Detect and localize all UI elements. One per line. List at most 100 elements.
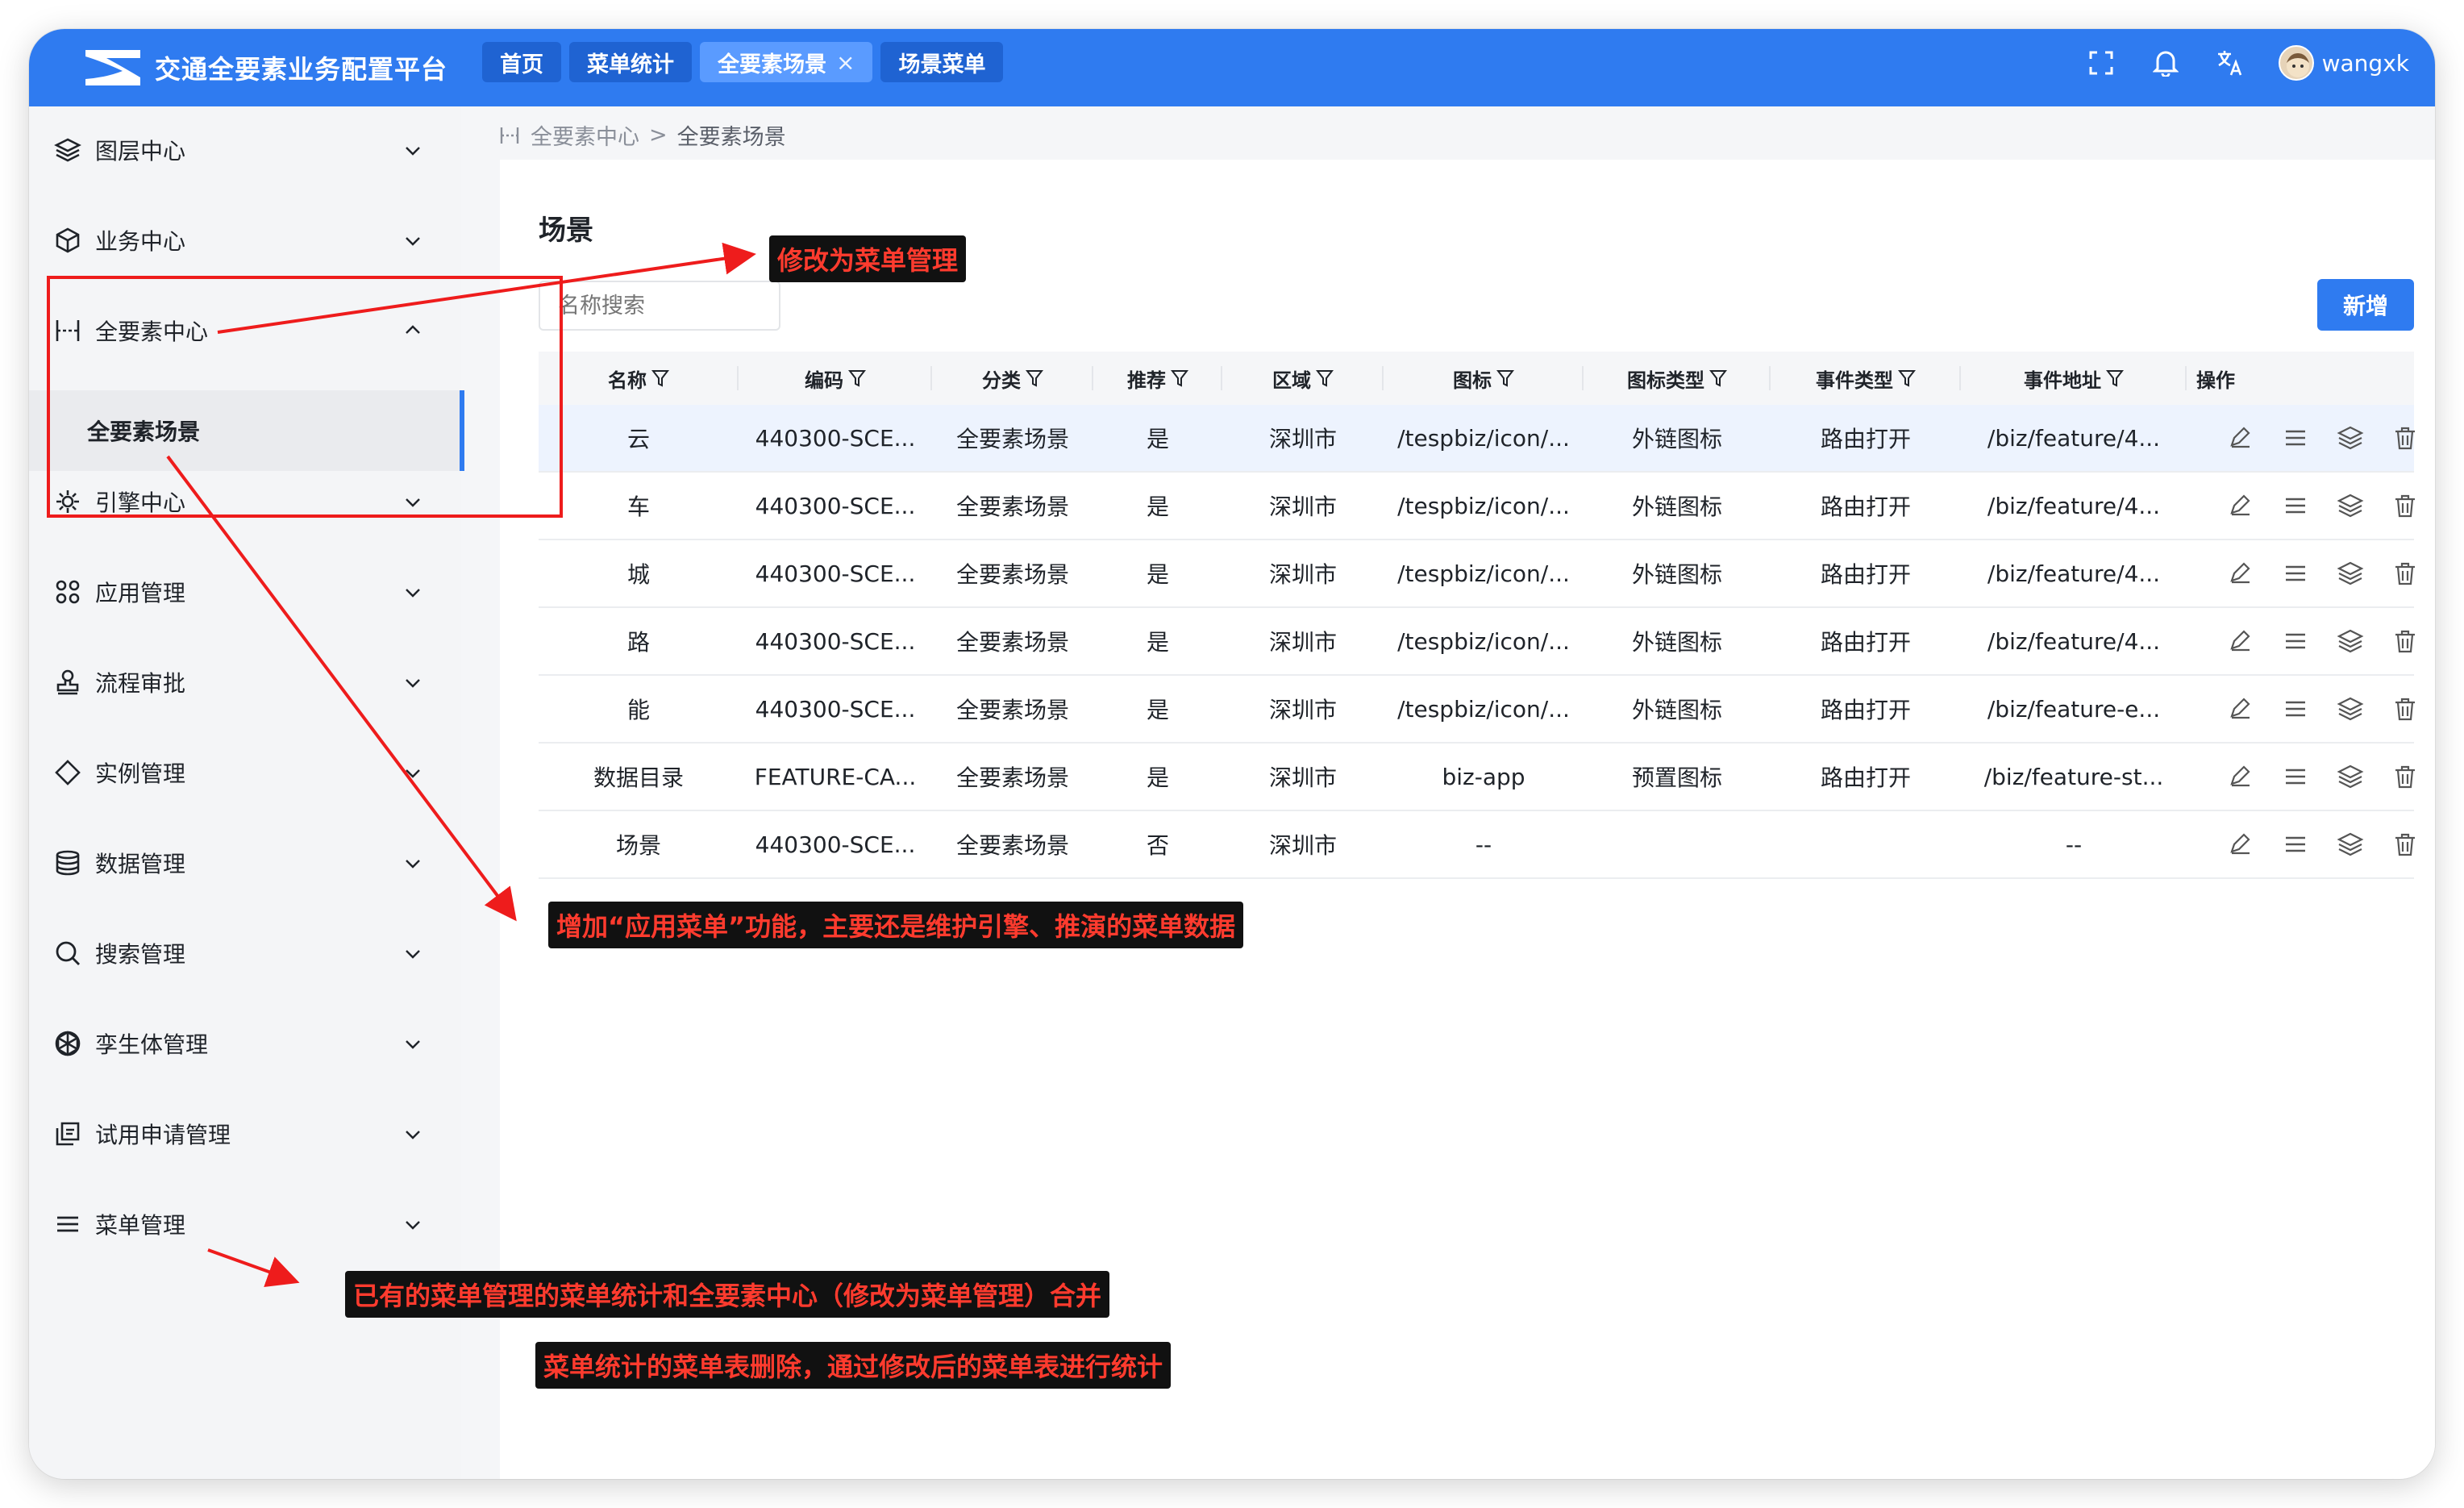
user-menu[interactable]: wangxk	[2278, 45, 2409, 81]
table-row[interactable]: 场景 440300-SCE... 全要素场景 否 深圳市 -- --	[539, 811, 2415, 879]
list-icon[interactable]	[2282, 763, 2309, 790]
column-header[interactable]: 图标类型	[1584, 352, 1771, 405]
column-header-label: 编码	[805, 369, 843, 392]
edit-icon[interactable]	[2227, 627, 2254, 655]
table-body: 云 440300-SCE... 全要素场景是深圳市/tespbiz/icon/...…	[539, 405, 2415, 879]
trash-icon[interactable]	[2391, 831, 2419, 858]
filter-icon[interactable]	[1898, 369, 1916, 388]
sidebar-item-trial-application[interactable]: 试用申请管理	[29, 1102, 461, 1166]
chevron-down-icon	[406, 1221, 420, 1230]
column-header[interactable]: 事件类型	[1771, 352, 1961, 405]
sidebar-item-data-management[interactable]: 数据管理	[29, 831, 461, 895]
table-cell: 深圳市	[1268, 426, 1337, 452]
breadcrumb-current: 全要素场景	[676, 125, 786, 150]
fullscreen-icon[interactable]	[2085, 47, 2117, 79]
filter-icon[interactable]	[1316, 369, 1334, 388]
sidebar-item-app-management[interactable]: 应用管理	[29, 560, 461, 624]
filter-icon[interactable]	[2106, 369, 2124, 388]
layers-icon[interactable]	[2337, 627, 2364, 655]
table-cell: 深圳市	[1268, 561, 1337, 588]
trash-icon[interactable]	[2391, 560, 2419, 587]
filter-icon[interactable]	[1171, 369, 1188, 388]
column-header[interactable]: 图标	[1384, 352, 1584, 405]
edit-icon[interactable]	[2227, 763, 2254, 790]
trash-icon[interactable]	[2391, 763, 2419, 790]
list-icon[interactable]	[2282, 560, 2309, 587]
table-cell: 440300-SCE...	[755, 831, 916, 858]
table-cell: 路由打开	[1820, 494, 1911, 520]
annotation-box	[47, 276, 563, 518]
sidebar-item-search-management[interactable]: 搜索管理	[29, 921, 461, 985]
brand[interactable]: 交通全要素业务配置平台	[82, 45, 447, 90]
layers-icon[interactable]	[2337, 424, 2364, 452]
table-row[interactable]: 路 440300-SCE... 全要素场景 是 深圳市/tespbiz/icon/...…	[539, 608, 2415, 676]
table-cell: 440300-SCE...	[755, 492, 916, 519]
filter-icon[interactable]	[1496, 369, 1514, 388]
table-row[interactable]: 数据目录 FEATURE-CA... 全要素场景 是 深圳市 biz-app 预置图标 路由打…	[539, 744, 2415, 811]
trash-icon[interactable]	[2391, 492, 2419, 519]
column-header[interactable]: 推荐	[1093, 352, 1222, 405]
chevron-down-icon	[406, 147, 420, 156]
trash-icon[interactable]	[2391, 695, 2419, 723]
sidebar-item-layer-center[interactable]: 图层中心	[29, 118, 461, 182]
table-cell: 全要素场景	[955, 697, 1069, 723]
layers-icon[interactable]	[2337, 492, 2364, 519]
filter-icon[interactable]	[651, 369, 669, 388]
breadcrumb-parent[interactable]: 全要素中心	[531, 119, 639, 151]
layers-icon[interactable]	[2337, 560, 2364, 587]
filter-icon[interactable]	[848, 369, 866, 388]
table-cell: 深圳市	[1268, 697, 1337, 723]
app-title: 交通全要素业务配置平台	[155, 54, 448, 85]
column-header[interactable]: 编码	[739, 352, 932, 405]
list-icon[interactable]	[2282, 424, 2309, 452]
table-cell: 路由打开	[1820, 561, 1911, 588]
close-icon[interactable]: ×	[836, 49, 855, 76]
table-row[interactable]: 城 440300-SCE... 全要素场景 是 深圳市/tespbiz/icon/...…	[539, 540, 2415, 608]
table-row[interactable]: 云 440300-SCE... 全要素场景 是 深圳市/tespbiz/icon/...…	[539, 405, 2415, 473]
edit-icon[interactable]	[2227, 492, 2254, 519]
sidebar-item-instance-management[interactable]: 实例管理	[29, 740, 461, 805]
cube-icon	[52, 224, 84, 256]
column-header[interactable]: 区域	[1222, 352, 1384, 405]
add-button[interactable]: 新增	[2317, 279, 2414, 331]
edit-icon[interactable]	[2227, 424, 2254, 452]
trash-icon[interactable]	[2391, 424, 2419, 452]
sidebar-item-twin-management[interactable]: 孪生体管理	[29, 1011, 461, 1076]
table-row[interactable]: 能 440300-SCE... 全要素场景 是 深圳市/tespbiz/icon/...…	[539, 676, 2415, 744]
sidebar-item-business-center[interactable]: 业务中心	[29, 208, 461, 273]
layers-icon[interactable]	[2337, 763, 2364, 790]
tab-all-element-scene[interactable]: 全要素场景 ×	[700, 42, 873, 82]
layers-icon	[52, 134, 84, 166]
table-cell: 440300-SCE...	[755, 695, 916, 723]
table-cell: /biz/feature-st...	[1983, 763, 2164, 790]
trash-icon[interactable]	[2391, 627, 2419, 655]
list-icon[interactable]	[2282, 831, 2309, 858]
sidebar-item-label: 实例管理	[95, 760, 186, 787]
edit-icon[interactable]	[2227, 831, 2254, 858]
list-icon[interactable]	[2282, 492, 2309, 519]
search-input[interactable]	[539, 281, 780, 331]
edit-icon[interactable]	[2227, 695, 2254, 723]
translate-icon[interactable]	[2214, 47, 2246, 79]
app-window: 交通全要素业务配置平台 首页 菜单统计 全要素场景 × 场景菜单 wangxk	[29, 29, 2435, 1479]
tab-menu-stats[interactable]: 菜单统计	[569, 42, 692, 82]
diamond-icon	[52, 756, 84, 789]
list-icon[interactable]	[2282, 627, 2309, 655]
table-cell: /tespbiz/icon/...	[1397, 560, 1570, 587]
sidebar-item-menu-management[interactable]: 菜单管理	[29, 1192, 461, 1256]
column-header[interactable]: 名称	[539, 352, 739, 405]
column-header[interactable]: 分类	[932, 352, 1093, 405]
edit-icon[interactable]	[2227, 560, 2254, 587]
filter-icon[interactable]	[1026, 369, 1043, 388]
layers-icon[interactable]	[2337, 695, 2364, 723]
layers-icon[interactable]	[2337, 831, 2364, 858]
sidebar-item-process-approval[interactable]: 流程审批	[29, 650, 461, 714]
list-icon[interactable]	[2282, 695, 2309, 723]
tab-home[interactable]: 首页	[482, 42, 561, 82]
tab-scene-menu[interactable]: 场景菜单	[880, 42, 1004, 82]
column-header[interactable]: 事件地址	[1961, 352, 2187, 405]
bell-icon[interactable]	[2150, 47, 2182, 79]
table-row[interactable]: 车 440300-SCE... 全要素场景 是 深圳市/tespbiz/icon/...…	[539, 473, 2415, 540]
filter-icon[interactable]	[1709, 369, 1727, 388]
table-cell: 城	[626, 561, 650, 588]
